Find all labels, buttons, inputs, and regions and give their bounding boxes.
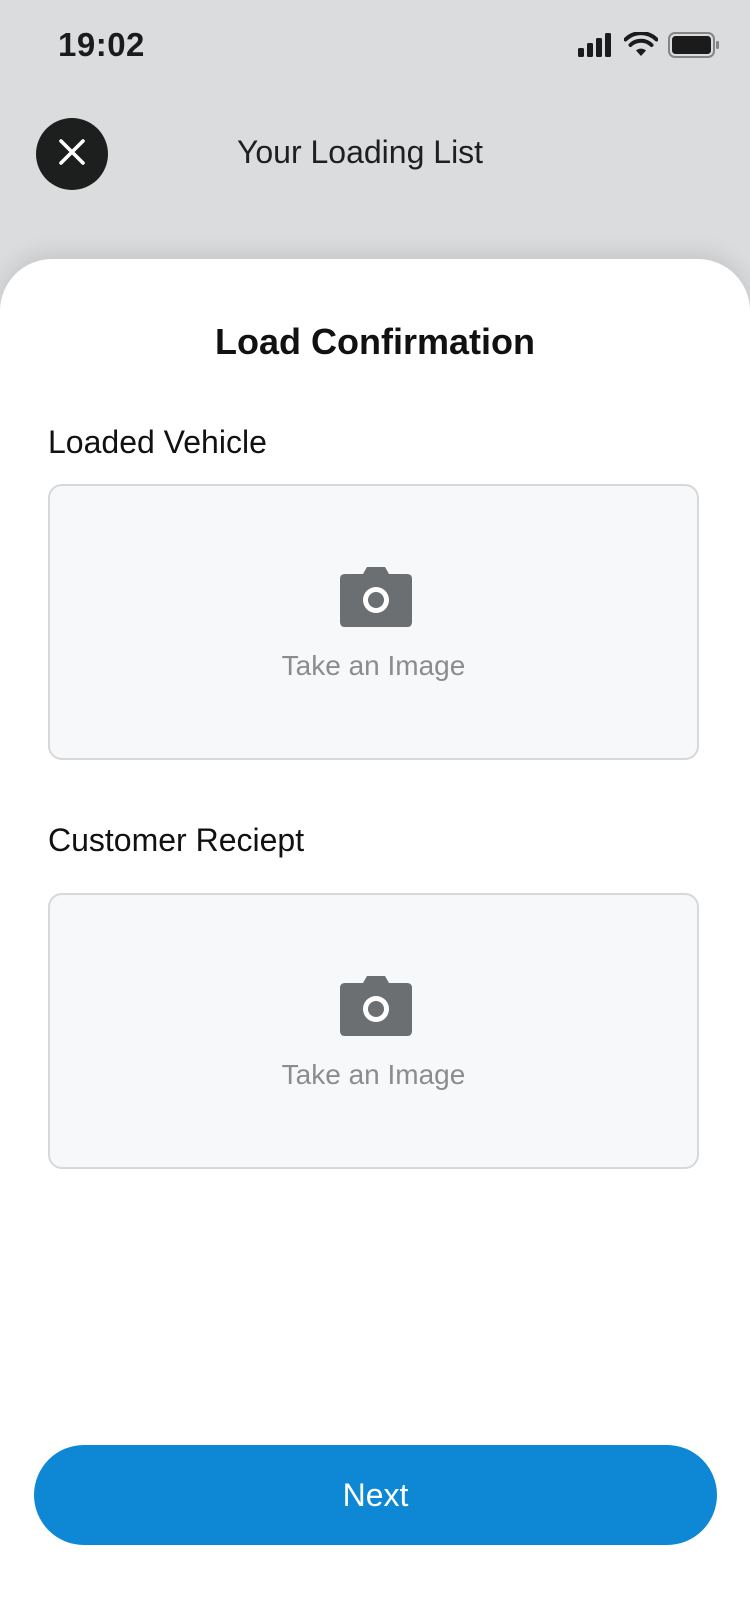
status-time: 19:02	[58, 26, 145, 63]
camera-icon	[339, 566, 413, 628]
battery-icon	[668, 32, 720, 63]
cellular-signal-icon	[578, 33, 614, 62]
wifi-icon	[623, 31, 659, 63]
sheet-title: Load Confirmation	[215, 321, 535, 362]
status-icons	[578, 31, 720, 63]
loaded-vehicle-label: Loaded Vehicle	[48, 424, 267, 460]
header: Your Loading List	[0, 100, 750, 210]
customer-receipt-upload[interactable]: Take an Image	[48, 893, 699, 1169]
customer-receipt-label: Customer Reciept	[48, 822, 305, 858]
page-title: Your Loading List	[236, 134, 484, 170]
status-bar: 19:02	[0, 0, 750, 96]
screen: 19:02 Your Loading List Load Confirmatio…	[0, 0, 750, 1624]
upload-prompt: Take an Image	[281, 650, 466, 681]
load-confirmation-sheet: Load Confirmation Loaded Vehicle Take an…	[0, 259, 750, 1624]
upload-prompt: Take an Image	[281, 1059, 466, 1090]
camera-icon	[339, 975, 413, 1037]
next-button[interactable]: Next	[34, 1445, 717, 1545]
loaded-vehicle-upload[interactable]: Take an Image	[48, 484, 699, 760]
